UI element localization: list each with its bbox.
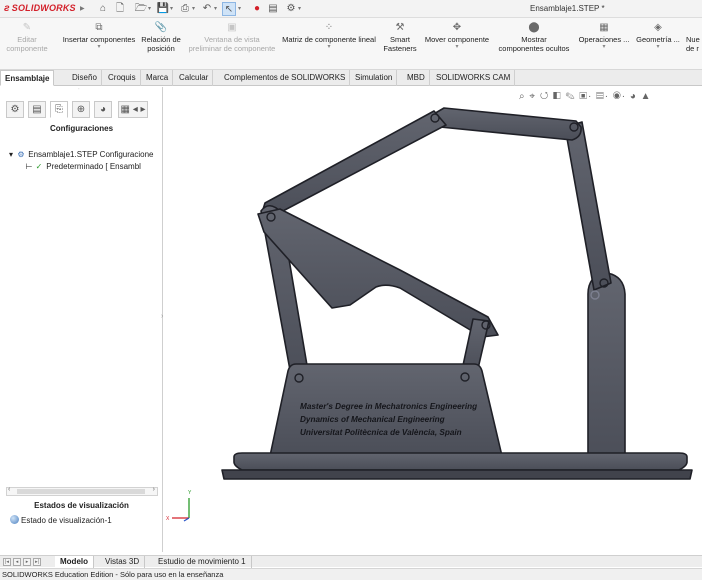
assembly-icon: ⚙ xyxy=(17,150,25,159)
tab-solidworks-cam[interactable]: SOLIDWORKS CAM xyxy=(432,70,516,86)
status-bar: SOLIDWORKS Education Edition - Sólo para… xyxy=(0,568,702,580)
feature-manager-tab-icon[interactable]: ⚙ xyxy=(6,101,24,118)
open-icon[interactable]: 🗁 xyxy=(134,2,148,16)
tab-marca[interactable]: Marca xyxy=(142,70,174,86)
display-manager-tab-icon[interactable]: ◕ xyxy=(94,101,112,118)
more-tabs-icon[interactable]: ▦ ◂ ▸ xyxy=(118,101,148,118)
mate-button[interactable]: 📎 Relación de posición xyxy=(140,22,182,53)
svg-text:X: X xyxy=(166,516,170,522)
move-component-icon: ✥ xyxy=(452,22,462,33)
dimxpert-tab-icon[interactable]: ⊕ xyxy=(72,101,90,118)
window-title: Ensamblaje1.STEP * xyxy=(530,4,605,13)
right-link xyxy=(564,121,612,291)
tab-modelo[interactable]: Modelo xyxy=(55,556,94,568)
home-icon[interactable]: ⌂ xyxy=(96,2,110,16)
undo-icon[interactable]: ↶ xyxy=(200,2,214,16)
rebuild-icon[interactable]: ● xyxy=(250,2,264,16)
command-manager: ✎ Editar componente ⧉ Insertar componente… xyxy=(0,18,702,70)
configuration-manager-tab-icon[interactable]: ⎘ xyxy=(50,101,68,118)
command-tabs: Ensamblaje Diseño Croquis Marca Calcular… xyxy=(0,70,702,86)
menu-expand-icon[interactable]: ▶ xyxy=(80,5,85,12)
insert-components-button[interactable]: ⧉ Insertar componentes ▾ xyxy=(58,22,140,51)
linear-pattern-button[interactable]: ⁘ Matriz de componente lineal ▾ xyxy=(280,22,378,51)
feature-manager-panel: ˙ ⚙ ▤ ⎘ ⊕ ◕ ▦ ◂ ▸ Configuraciones ▾ ⚙ Ens… xyxy=(0,87,163,552)
features-icon: ▦ xyxy=(599,22,609,33)
show-hidden-components-button[interactable]: ⬤ Mostrar componentes ocultos xyxy=(494,22,574,53)
display-state-item[interactable]: Estado de visualización-1 xyxy=(10,515,112,525)
graphics-area[interactable]: ⌕ ⌖ ↺ ◧ ✎ ▣· ▤· ◉· ◕ ▲ Master's Degree i… xyxy=(164,87,702,552)
new-icon xyxy=(687,22,701,34)
file-properties-icon[interactable]: ▤ xyxy=(266,2,280,16)
component-preview-window-button[interactable]: ▣ Ventana de vista preliminar de componen… xyxy=(184,22,280,53)
insert-components-icon: ⧉ xyxy=(95,22,103,33)
mate-icon: 📎 xyxy=(154,22,168,33)
engraving-line-2: Dynamics of Mechanical Engineering xyxy=(300,415,445,424)
svg-text:Y: Y xyxy=(188,490,192,496)
title-bar: ƨ SOLIDWORKS ▶ ⌂ 🗋 🗁 ▾ 💾 ▾ ⎙ ▾ ↶ ▾ ↖ ▾ ● … xyxy=(0,0,702,18)
tree-item-default-config[interactable]: ⊢ ✓ Predeterminado [ Ensambl xyxy=(24,161,161,172)
linear-pattern-icon: ⁘ xyxy=(324,22,334,33)
last-tab-icon[interactable]: ▸| xyxy=(33,558,41,566)
display-state-icon xyxy=(10,515,19,524)
panel-collapse-handle[interactable]: › xyxy=(161,313,163,320)
scroll-thumb[interactable] xyxy=(17,489,145,494)
edit-component-icon: ✎ xyxy=(22,22,32,33)
tab-estudio-movimiento[interactable]: Estudio de movimiento 1 xyxy=(153,556,252,568)
edit-component-button[interactable]: ✎ Editar componente xyxy=(2,22,52,53)
options-icon[interactable]: ⚙ xyxy=(284,2,298,16)
panel-tab-bar: ⚙ ▤ ⎘ ⊕ ◕ ▦ ◂ ▸ xyxy=(6,101,160,119)
tab-calcular[interactable]: Calcular xyxy=(175,70,214,86)
display-states-title: Estados de visualización xyxy=(34,501,129,510)
smart-fasteners-button[interactable]: ⚒ Smart Fasteners xyxy=(380,22,420,53)
tab-diseno[interactable]: Diseño xyxy=(68,70,102,86)
panel-grip-icon[interactable]: ˙ xyxy=(78,89,80,96)
prev-tab-icon[interactable]: ◂ xyxy=(13,558,21,566)
first-tab-icon[interactable]: |◂ xyxy=(3,558,11,566)
tab-vistas-3d[interactable]: Vistas 3D xyxy=(100,556,146,568)
tab-mbd[interactable]: MBD xyxy=(403,70,430,86)
panel-heading: Configuraciones xyxy=(49,124,114,133)
bottom-tab-bar: |◂ ◂ ▸ ▸| Modelo Vistas 3D Estudio de mo… xyxy=(0,555,702,568)
solidworks-logo[interactable]: ƨ SOLIDWORKS xyxy=(4,3,76,14)
next-tab-icon[interactable]: ▸ xyxy=(23,558,31,566)
base-plate-front xyxy=(221,469,693,480)
save-icon[interactable]: 💾 xyxy=(156,2,170,16)
smart-fasteners-icon: ⚒ xyxy=(395,22,405,33)
tab-simulation[interactable]: Simulation xyxy=(351,70,398,86)
reference-geometry-button[interactable]: ◈ Geometría ... ▾ xyxy=(632,22,684,51)
collapse-icon[interactable]: ▾ xyxy=(6,149,16,160)
engraving-line-1: Master's Degree in Mechatronics Engineer… xyxy=(300,402,477,411)
move-component-button[interactable]: ✥ Mover componente ▾ xyxy=(420,22,494,51)
tab-ensamblaje[interactable]: Ensamblaje xyxy=(0,70,55,86)
right-column xyxy=(587,272,626,465)
top-coupler-link xyxy=(431,107,582,141)
print-icon[interactable]: ⎙ xyxy=(178,2,192,16)
model-view: Master's Degree in Mechatronics Engineer… xyxy=(166,107,693,522)
property-manager-tab-icon[interactable]: ▤ xyxy=(28,101,46,118)
show-hidden-icon: ⬤ xyxy=(528,22,540,33)
new-motion-study-button[interactable]: Nue de r xyxy=(686,22,702,53)
horizontal-scrollbar[interactable]: ‹ › xyxy=(6,486,158,496)
engraving-line-3: Universitat Politècnica de València, Spa… xyxy=(300,428,462,437)
tree-item-assembly-config[interactable]: ▾ ⚙ Ensamblaje1.STEP Configuracione xyxy=(6,149,161,160)
assembly-features-button[interactable]: ▦ Operaciones ... ▾ xyxy=(576,22,632,51)
preview-window-icon: ▣ xyxy=(227,22,237,33)
check-icon: ✓ xyxy=(35,162,43,171)
scroll-left-icon[interactable]: ‹ xyxy=(8,486,10,493)
scroll-right-icon[interactable]: › xyxy=(153,486,155,493)
tab-complementos[interactable]: Complementos de SOLIDWORKS xyxy=(220,70,351,86)
configuration-icon: ⊢ xyxy=(25,162,33,171)
left-rocker-link xyxy=(259,110,447,220)
select-icon[interactable]: ↖ xyxy=(222,2,236,16)
new-document-icon[interactable]: 🗋 xyxy=(113,2,127,16)
reference-geometry-icon: ◈ xyxy=(654,22,662,33)
tab-croquis[interactable]: Croquis xyxy=(104,70,141,86)
base-plate xyxy=(233,452,688,471)
coordinate-triad-icon: Y X xyxy=(166,490,192,522)
